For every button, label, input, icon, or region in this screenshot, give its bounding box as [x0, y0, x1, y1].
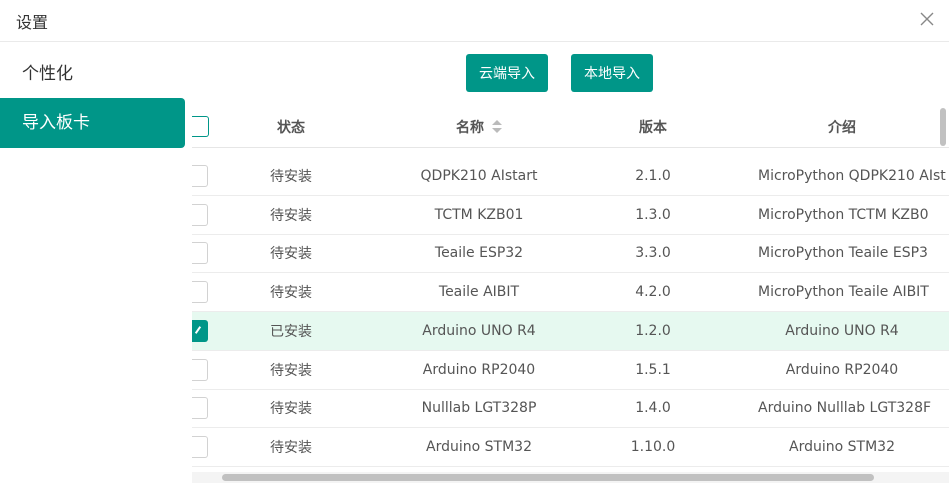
row-checkbox[interactable]	[192, 203, 208, 226]
toolbar: 云端导入 本地导入	[190, 43, 949, 103]
cloud-import-button[interactable]: 云端导入	[466, 54, 548, 92]
row-status: 待安装	[270, 401, 312, 418]
row-version: 2.1.0	[635, 168, 671, 184]
row-version: 4.2.0	[635, 284, 671, 301]
column-header-name[interactable]: 名称	[370, 106, 588, 147]
settings-dialog: 设置 个性化 导入板卡 云端导入 本地导入 状态 名称 版本 介绍 待安装 QDP…	[0, 0, 949, 494]
sidebar-item-personalize[interactable]: 个性化	[0, 49, 185, 99]
row-checkbox[interactable]	[192, 165, 208, 187]
row-intro: Arduino UNO R4	[785, 322, 899, 339]
row-status: 待安装	[270, 207, 312, 224]
row-version: 1.3.0	[635, 206, 671, 223]
sidebar: 个性化 导入板卡	[0, 43, 190, 494]
table-row[interactable]: 待安装 TCTM KZB01 1.3.0 MicroPython TCTM KZB0	[192, 196, 949, 235]
row-checkbox[interactable]	[192, 435, 208, 458]
close-icon[interactable]	[919, 11, 935, 27]
table-row[interactable]: 待安装 Arduino RP2040 1.5.1 Arduino RP2040	[192, 351, 949, 390]
sidebar-item-label: 导入板卡	[22, 113, 90, 133]
row-name: Teaile ESP32	[434, 245, 524, 262]
row-intro: Arduino Nulllab LGT328F	[758, 400, 932, 417]
row-checkbox[interactable]	[192, 281, 208, 304]
column-header-status: 状态	[277, 119, 305, 136]
row-name: Arduino UNO R4	[422, 322, 536, 339]
row-name: TCTM KZB01	[434, 206, 524, 223]
row-name: Teaile AIBIT	[438, 284, 520, 301]
row-intro: MicroPython TCTM KZB0	[758, 206, 929, 223]
row-intro: Arduino RP2040	[785, 361, 899, 378]
row-version: 1.4.0	[635, 400, 671, 417]
row-intro: MicroPython Teaile ESP3	[758, 245, 928, 262]
row-name: QDPK210 AIstart	[420, 168, 538, 184]
row-version: 1.5.1	[635, 361, 671, 378]
row-status: 已安装	[270, 323, 312, 340]
row-intro: MicroPython Teaile AIBIT	[758, 284, 929, 301]
row-checkbox[interactable]	[192, 242, 208, 265]
sidebar-item-label: 个性化	[22, 64, 73, 84]
table-row[interactable]: 待安装 QDPK210 AIstart 2.1.0 MicroPython QDPK2…	[192, 157, 949, 196]
row-version: 3.3.0	[635, 245, 671, 262]
row-checkbox[interactable]	[192, 397, 208, 420]
vertical-scrollbar[interactable]	[940, 108, 946, 146]
row-name: Arduino STM32	[426, 438, 532, 455]
sort-icon[interactable]	[492, 119, 502, 134]
row-checkbox[interactable]	[192, 319, 208, 342]
boards-table: 状态 名称 版本 介绍 待安装 QDPK210 AIstart 2.1.0 Micro…	[192, 104, 949, 484]
table-row[interactable]: 待安装 Nulllab LGT328P 1.4.0 Arduino Nulllab L…	[192, 389, 949, 429]
row-status: 待安装	[270, 246, 312, 263]
column-header-version: 版本	[639, 119, 667, 136]
title-bar: 设置	[0, 0, 949, 42]
table-header: 状态 名称 版本 介绍	[192, 106, 949, 148]
select-all-checkbox[interactable]	[192, 116, 209, 137]
row-intro: MicroPython QDPK210 AIst	[758, 168, 946, 184]
column-header-name-label: 名称	[456, 119, 484, 136]
sidebar-item-import-boards[interactable]: 导入板卡	[0, 98, 185, 148]
row-version: 1.10.0	[630, 438, 676, 455]
row-status: 待安装	[270, 285, 312, 302]
column-header-intro: 介绍	[828, 119, 856, 136]
table-row[interactable]: 待安装 Teaile ESP32 3.3.0 MicroPython Teaile E…	[192, 234, 949, 274]
local-import-button[interactable]: 本地导入	[571, 54, 653, 92]
row-checkbox[interactable]	[192, 358, 208, 381]
row-status: 待安装	[270, 439, 312, 456]
row-status: 待安装	[270, 362, 312, 379]
table-row[interactable]: 已安装 Arduino UNO R4 1.2.0 Arduino UNO R4	[192, 311, 949, 351]
dialog-title: 设置	[16, 13, 49, 32]
row-intro: Arduino STM32	[789, 438, 895, 455]
row-version: 1.2.0	[635, 322, 671, 339]
row-name: Arduino RP2040	[422, 361, 536, 378]
table-row[interactable]: 待安装 Teaile AIBIT 4.2.0 MicroPython Teaile A…	[192, 273, 949, 313]
row-status: 待安装	[270, 169, 312, 185]
table-row[interactable]: 待安装 Arduino STM32 1.10.0 Arduino STM32	[192, 428, 949, 467]
row-name: Nulllab LGT328P	[421, 400, 537, 417]
horizontal-scrollbar[interactable]	[222, 474, 874, 481]
